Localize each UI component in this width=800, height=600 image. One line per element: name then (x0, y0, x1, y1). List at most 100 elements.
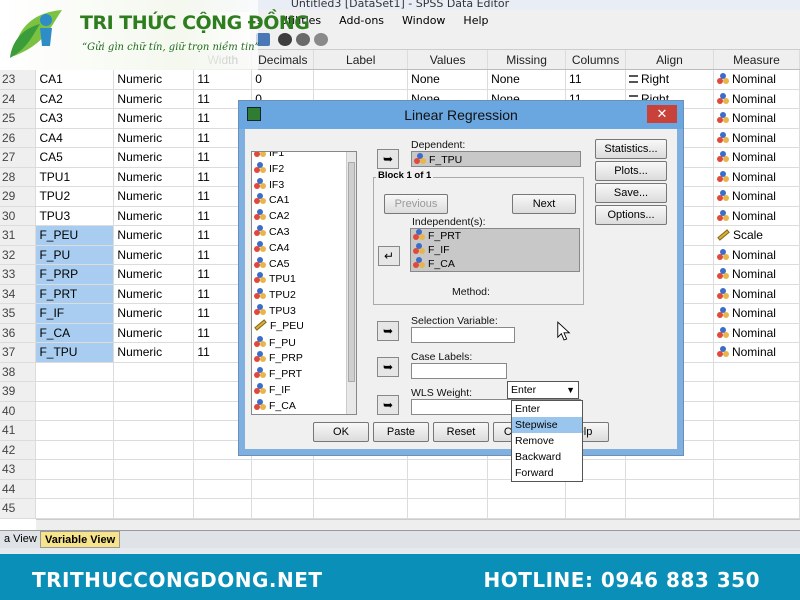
row-number[interactable]: 36 (0, 323, 37, 343)
cell-type[interactable] (113, 498, 195, 519)
row-number[interactable]: 37 (0, 342, 37, 363)
menu-item[interactable]: Help (463, 14, 488, 27)
reset-button[interactable]: Reset (433, 422, 489, 442)
cell-type[interactable] (113, 362, 195, 382)
circles-icon[interactable] (314, 33, 328, 46)
row-number[interactable]: 41 (0, 420, 37, 441)
cell-name[interactable] (35, 498, 115, 519)
cell-measure[interactable] (713, 381, 800, 402)
selection-variable-field[interactable] (411, 327, 515, 343)
cell-type[interactable]: Numeric (113, 69, 195, 90)
row-number[interactable]: 39 (0, 381, 37, 402)
cell-type[interactable]: Numeric (113, 342, 195, 363)
cell-name[interactable]: CA3 (35, 108, 115, 129)
row-number[interactable]: 43 (0, 459, 37, 480)
cell-type[interactable]: Numeric (113, 108, 195, 129)
cell-label[interactable] (313, 69, 409, 90)
cell-name[interactable] (35, 381, 115, 402)
side-button-statistics[interactable]: Statistics... (595, 139, 667, 159)
cell-measure[interactable]: Nominal (713, 264, 800, 285)
variable-item[interactable]: CA5 (252, 256, 356, 273)
row-number[interactable]: 27 (0, 147, 37, 168)
variable-item[interactable]: F_IF (252, 382, 356, 399)
method-option[interactable]: Enter (512, 401, 582, 417)
variable-item[interactable]: IF2 (252, 161, 356, 178)
cell-name[interactable]: CA2 (35, 89, 115, 109)
table-row[interactable]: 43 (0, 459, 800, 480)
variable-item[interactable]: F_PRT (252, 367, 356, 383)
cell-measure[interactable] (713, 459, 800, 480)
circle-icon-2[interactable] (296, 33, 310, 46)
variable-item[interactable]: IF1 (252, 152, 356, 162)
column-header[interactable]: Measure (713, 50, 800, 70)
method-option[interactable]: Backward (512, 449, 582, 465)
variable-item[interactable]: CA1 (252, 193, 356, 209)
cell-cols[interactable] (565, 498, 627, 519)
cell-name[interactable]: F_PRT (35, 284, 115, 304)
independent-item[interactable]: F_PRT (411, 229, 579, 243)
cell-type[interactable] (113, 401, 195, 421)
variable-item[interactable]: CA3 (252, 224, 356, 241)
cell-measure[interactable] (713, 401, 800, 421)
menu-item[interactable]: Window (402, 14, 445, 27)
cell-type[interactable] (113, 440, 195, 460)
move-to-dependent-button[interactable]: ➥ (377, 149, 399, 169)
cell-type[interactable]: Numeric (113, 284, 195, 304)
row-number[interactable]: 44 (0, 479, 37, 499)
row-number[interactable]: 24 (0, 89, 37, 109)
cell-missing[interactable] (487, 498, 567, 519)
table-row[interactable]: 45 (0, 498, 800, 519)
cell-type[interactable]: Numeric (113, 303, 195, 324)
cell-name[interactable] (35, 459, 115, 480)
cell-measure[interactable] (713, 440, 800, 460)
table-row[interactable]: 44 (0, 479, 800, 499)
method-select[interactable]: Enter ▼ (507, 381, 579, 399)
close-icon[interactable]: ✕ (647, 105, 677, 123)
cell-type[interactable]: Numeric (113, 264, 195, 285)
cell-type[interactable] (113, 479, 195, 499)
move-to-case-labels-button[interactable]: ➥ (377, 357, 399, 377)
variable-source-list[interactable]: IF1 IF2 IF3 CA1 CA2 CA3 CA4 CA5 TPU1 TPU2 TPU3 F_PE… (251, 151, 357, 415)
method-dropdown-list[interactable]: Enter Stepwise Remove Backward Forward (511, 400, 583, 482)
cell-type[interactable] (113, 420, 195, 441)
column-header[interactable]: Values (407, 50, 489, 70)
cell-name[interactable]: TPU3 (35, 206, 115, 226)
variable-item[interactable]: F_PU (252, 335, 356, 352)
cell-type[interactable]: Numeric (113, 186, 195, 207)
row-number[interactable]: 35 (0, 303, 37, 324)
row-number[interactable]: 25 (0, 108, 37, 129)
cell-label[interactable] (313, 459, 409, 480)
variable-item[interactable]: F_CA (252, 398, 356, 414)
variable-item[interactable]: CA4 (252, 240, 356, 257)
method-option[interactable]: Forward (512, 465, 582, 481)
cell-type[interactable]: Numeric (113, 147, 195, 168)
cell-name[interactable]: TPU1 (35, 167, 115, 187)
cell-measure[interactable]: Nominal (713, 284, 800, 304)
case-labels-field[interactable] (411, 363, 507, 379)
row-number[interactable]: 38 (0, 362, 37, 382)
row-number[interactable]: 40 (0, 401, 37, 421)
cell-align[interactable] (625, 498, 714, 519)
cell-dec[interactable]: 0 (251, 69, 315, 90)
cell-name[interactable]: CA4 (35, 128, 115, 148)
next-button[interactable]: Next (512, 194, 576, 214)
cell-dec[interactable] (251, 459, 315, 480)
cell-name[interactable] (35, 401, 115, 421)
cell-values[interactable]: None (407, 69, 489, 90)
cell-measure[interactable]: Nominal (713, 167, 800, 187)
cell-width[interactable]: 11 (193, 69, 253, 90)
method-option[interactable]: Remove (512, 433, 582, 449)
cell-type[interactable]: Numeric (113, 167, 195, 187)
cell-measure[interactable]: Nominal (713, 303, 800, 324)
cell-name[interactable]: CA1 (35, 69, 115, 90)
column-header[interactable]: Missing (487, 50, 567, 70)
cell-measure[interactable]: Nominal (713, 342, 800, 363)
cell-type[interactable]: Numeric (113, 225, 195, 246)
cell-name[interactable] (35, 420, 115, 441)
dependent-field[interactable]: F_TPU (411, 151, 581, 167)
cell-measure[interactable]: Nominal (713, 147, 800, 168)
circle-icon[interactable] (278, 33, 292, 46)
variable-list-scrollbar[interactable] (346, 152, 356, 414)
cell-type[interactable]: Numeric (113, 89, 195, 109)
column-header[interactable]: Label (313, 50, 409, 70)
